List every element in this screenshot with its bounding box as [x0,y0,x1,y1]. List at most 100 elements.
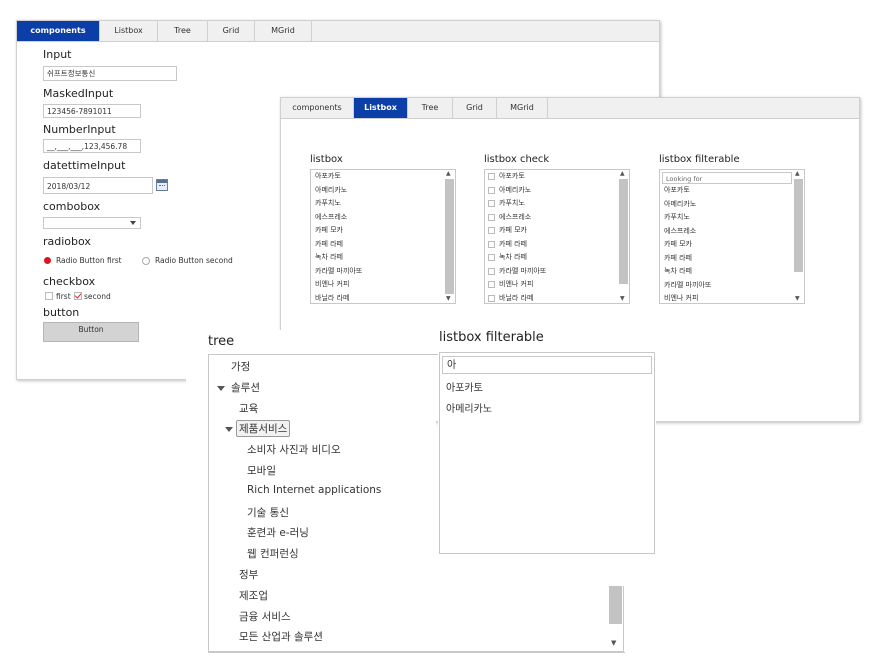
list-item[interactable]: 카라멜 마끼아또 [499,266,546,276]
combobox[interactable] [43,217,141,229]
scroll-up-icon[interactable]: ▲ [795,171,800,177]
tree-node[interactable]: Rich Internet applications [247,484,381,496]
list-item[interactable]: 에스프레소 [664,226,696,236]
tree-scroll-down-icon[interactable]: ▼ [611,640,616,647]
tree-node[interactable]: 금융 서비스 [239,609,291,624]
tree-node[interactable]: 웹 컨퍼런싱 [247,546,299,561]
checkbox-first[interactable] [45,292,53,300]
tree-node[interactable]: 모바일 [247,463,276,478]
list-item[interactable]: 아메리카노 [315,185,347,195]
radio-second[interactable] [142,257,150,265]
list-item[interactable]: 비엔나 커피 [315,279,349,289]
listbox-check[interactable]: ▲ ▼ 아포카토아메리카노카푸치노에스프레소카페 모카카페 라떼녹차 라떼카라멜… [484,169,630,304]
list-item[interactable]: 카페 라떼 [499,239,527,249]
scroll-down-icon[interactable]: ▼ [620,296,625,302]
list-item[interactable]: 카페 모카 [315,225,343,235]
checkbox-second-label: second [84,292,111,301]
tab-tree[interactable]: Tree [158,21,208,41]
tree-scrollbar[interactable] [609,586,622,624]
checkbox-second[interactable] [74,291,82,300]
filter-big-input[interactable]: 아 [442,356,652,374]
filter-result-1[interactable]: 아포카토 [446,379,483,394]
item-checkbox[interactable] [488,240,495,248]
list-item[interactable]: 카페 모카 [499,225,527,235]
listbox-filterable[interactable]: Looking for ▲ ▼ 아포카토아메리카노카푸치노에스프레소카페 모카카… [659,169,805,304]
list-item[interactable]: 카푸치노 [664,212,690,222]
list-item[interactable]: 카푸치노 [315,198,341,208]
list-item[interactable]: 아포카토 [499,171,525,181]
masked-input-label: MaskedInput [43,87,114,100]
listbox[interactable]: ▲ ▼ 아포카토아메리카노카푸치노에스프레소카페 모카카페 라떼녹차 라떼카라멜… [310,169,456,304]
tree-node[interactable]: 정부 [239,567,258,582]
scroll-up-icon[interactable]: ▲ [620,171,625,177]
list-item[interactable]: 아메리카노 [499,185,531,195]
tree-node[interactable]: 모든 산업과 솔루션 [239,629,323,644]
scroll-down-icon[interactable]: ▼ [795,296,800,302]
chevron-down-icon[interactable] [130,221,136,225]
tab-mgrid[interactable]: MGrid [497,98,548,118]
filter-big-listbox[interactable]: 아 아포카토 아메리카노 [439,352,655,554]
item-checkbox[interactable] [488,294,495,302]
tree-node[interactable]: 교육 [239,401,258,416]
demo-button[interactable]: Button [43,322,139,342]
scroll-down-icon[interactable]: ▼ [446,296,451,302]
checkbox-first-label: first [56,292,71,301]
item-checkbox[interactable] [488,213,495,221]
tab-listbox[interactable]: Listbox [354,98,408,118]
list-item[interactable]: 비엔나 커피 [664,293,698,303]
tab-grid[interactable]: Grid [208,21,255,41]
masked-input[interactable]: 123456-7891011 [43,104,141,118]
list-item[interactable]: 녹차 라떼 [664,266,692,276]
tree-node[interactable]: 기술 통신 [247,505,289,520]
list-item[interactable]: 바닐라 라떼 [315,293,349,303]
item-checkbox[interactable] [488,267,495,275]
tab-mgrid[interactable]: MGrid [255,21,312,41]
tab-components[interactable]: components [281,98,354,118]
tree-node[interactable]: 가정 [231,359,250,374]
filter-input[interactable]: Looking for [662,172,792,184]
list-item[interactable]: 아포카토 [315,171,341,181]
list-item[interactable]: 바닐라 라떼 [499,293,533,303]
list-item[interactable]: 녹차 라떼 [315,252,343,262]
item-checkbox[interactable] [488,227,495,234]
datetime-input[interactable]: 2018/03/12 [43,177,153,194]
filter-result-2[interactable]: 아메리카노 [446,400,492,415]
list-item[interactable]: 카라멜 마끼아또 [315,266,362,276]
item-checkbox[interactable] [488,254,495,261]
list-item[interactable]: 아메리카노 [664,199,696,209]
tree-node[interactable]: 제조업 [239,588,268,603]
item-checkbox[interactable] [488,281,495,288]
item-checkbox[interactable] [488,200,495,207]
list-item[interactable]: 에스프레소 [315,212,347,222]
list-item[interactable]: 비엔나 커피 [499,279,533,289]
radio-first[interactable] [44,257,51,264]
item-checkbox[interactable] [488,173,495,180]
expand-caret-icon[interactable] [217,385,225,391]
tree-node[interactable]: 제품서비스 [236,420,291,438]
filter-big-label: listbox filterable [439,330,544,345]
text-input[interactable]: 쉬프트정보통신 [43,66,177,81]
tab-tree[interactable]: Tree [408,98,453,118]
list-item[interactable]: 카페 라떼 [315,239,343,249]
list-item[interactable]: 카페 모카 [664,239,692,249]
tree-node[interactable]: 솔루션 [231,380,260,395]
tab-grid[interactable]: Grid [453,98,497,118]
list-item[interactable]: 녹차 라떼 [499,252,527,262]
expand-caret-icon[interactable] [225,427,233,433]
list-item[interactable]: 카페 라떼 [664,253,692,263]
calendar-icon[interactable] [156,179,168,191]
list-item[interactable]: 아포카토 [664,185,690,195]
scrollbar[interactable] [445,179,454,294]
item-checkbox[interactable] [488,186,495,194]
list-item[interactable]: 카푸치노 [499,198,525,208]
scrollbar[interactable] [619,179,628,284]
tree-node[interactable]: 소비자 사진과 비디오 [247,442,341,457]
tab-components[interactable]: components [17,21,100,41]
scrollbar[interactable] [794,179,803,272]
tree-node[interactable]: 훈련과 e-러닝 [247,525,309,540]
tab-listbox[interactable]: Listbox [100,21,158,41]
scroll-up-icon[interactable]: ▲ [446,171,451,177]
number-input[interactable]: __,___,___,123,456.78 [43,139,141,153]
list-item[interactable]: 카라멜 마끼아또 [664,280,711,290]
list-item[interactable]: 에스프레소 [499,212,531,222]
